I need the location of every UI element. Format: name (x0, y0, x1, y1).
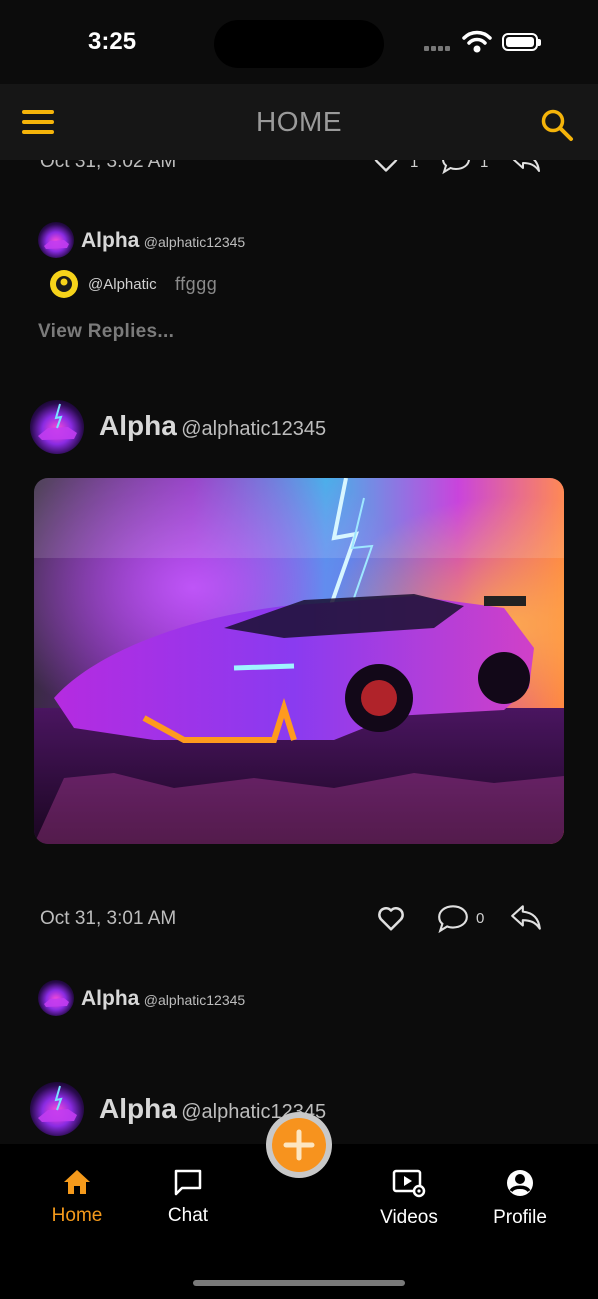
videos-icon (392, 1169, 426, 1198)
author-handle: @alphatic12345 (143, 992, 246, 1008)
create-post-button[interactable] (266, 1112, 332, 1178)
chat-icon (174, 1169, 202, 1196)
page-title: HOME (256, 106, 342, 137)
comment-count: 0 (476, 910, 485, 927)
reply-mention[interactable]: @Alphatic (88, 276, 157, 293)
comment-icon[interactable] (440, 160, 472, 176)
avatar[interactable] (38, 980, 74, 1016)
comment-icon[interactable] (436, 903, 470, 935)
tab-label: Chat (167, 1205, 209, 1226)
view-replies-link[interactable]: View Replies... (38, 321, 174, 343)
search-icon[interactable] (540, 108, 574, 142)
plus-icon (272, 1118, 326, 1172)
post-date: Oct 31, 3:01 AM (40, 908, 177, 929)
status-bar: 3:25 (0, 0, 598, 84)
battery-icon (502, 33, 541, 51)
tab-profile[interactable]: Profile (470, 1168, 570, 1229)
avatar[interactable] (38, 222, 74, 258)
author-name[interactable]: Alpha (81, 229, 139, 252)
author-name[interactable]: Alpha (99, 1093, 177, 1124)
author-handle: @alphatic12345 (181, 418, 327, 440)
author-handle: @alphatic12345 (143, 234, 246, 250)
status-time: 3:25 (88, 28, 137, 55)
comment-count: 1 (480, 160, 489, 171)
tab-videos[interactable]: Videos (359, 1168, 459, 1229)
home-indicator (193, 1280, 405, 1286)
post-image[interactable] (34, 478, 564, 844)
tab-label: Home (51, 1205, 103, 1226)
heart-icon[interactable] (376, 903, 406, 933)
heart-icon[interactable] (372, 160, 400, 174)
tab-chat[interactable]: Chat (138, 1168, 238, 1227)
avatar[interactable] (30, 1082, 84, 1136)
wifi-icon (462, 30, 492, 53)
tab-home[interactable]: Home (27, 1168, 127, 1227)
profile-icon (507, 1170, 533, 1196)
share-icon[interactable] (509, 904, 543, 932)
like-count: 1 (410, 160, 419, 171)
feed[interactable]: Oct 31, 3:02 AM 1 1 Alpha @alphatic12345… (0, 160, 598, 1144)
author-name[interactable]: Alpha (99, 410, 177, 441)
post-date: Oct 31, 3:02 AM (40, 160, 177, 172)
dynamic-island (214, 20, 384, 68)
author-name[interactable]: Alpha (81, 987, 139, 1010)
reply-text: ffggg (175, 274, 218, 294)
home-icon (64, 1170, 90, 1194)
cellular-signal-icon (424, 38, 452, 56)
tab-label: Profile (493, 1207, 547, 1228)
avatar[interactable] (30, 400, 84, 454)
app-header: HOME (0, 84, 598, 160)
mention-avatar[interactable] (50, 270, 78, 298)
share-icon[interactable] (510, 160, 542, 174)
tab-label: Videos (380, 1207, 438, 1228)
